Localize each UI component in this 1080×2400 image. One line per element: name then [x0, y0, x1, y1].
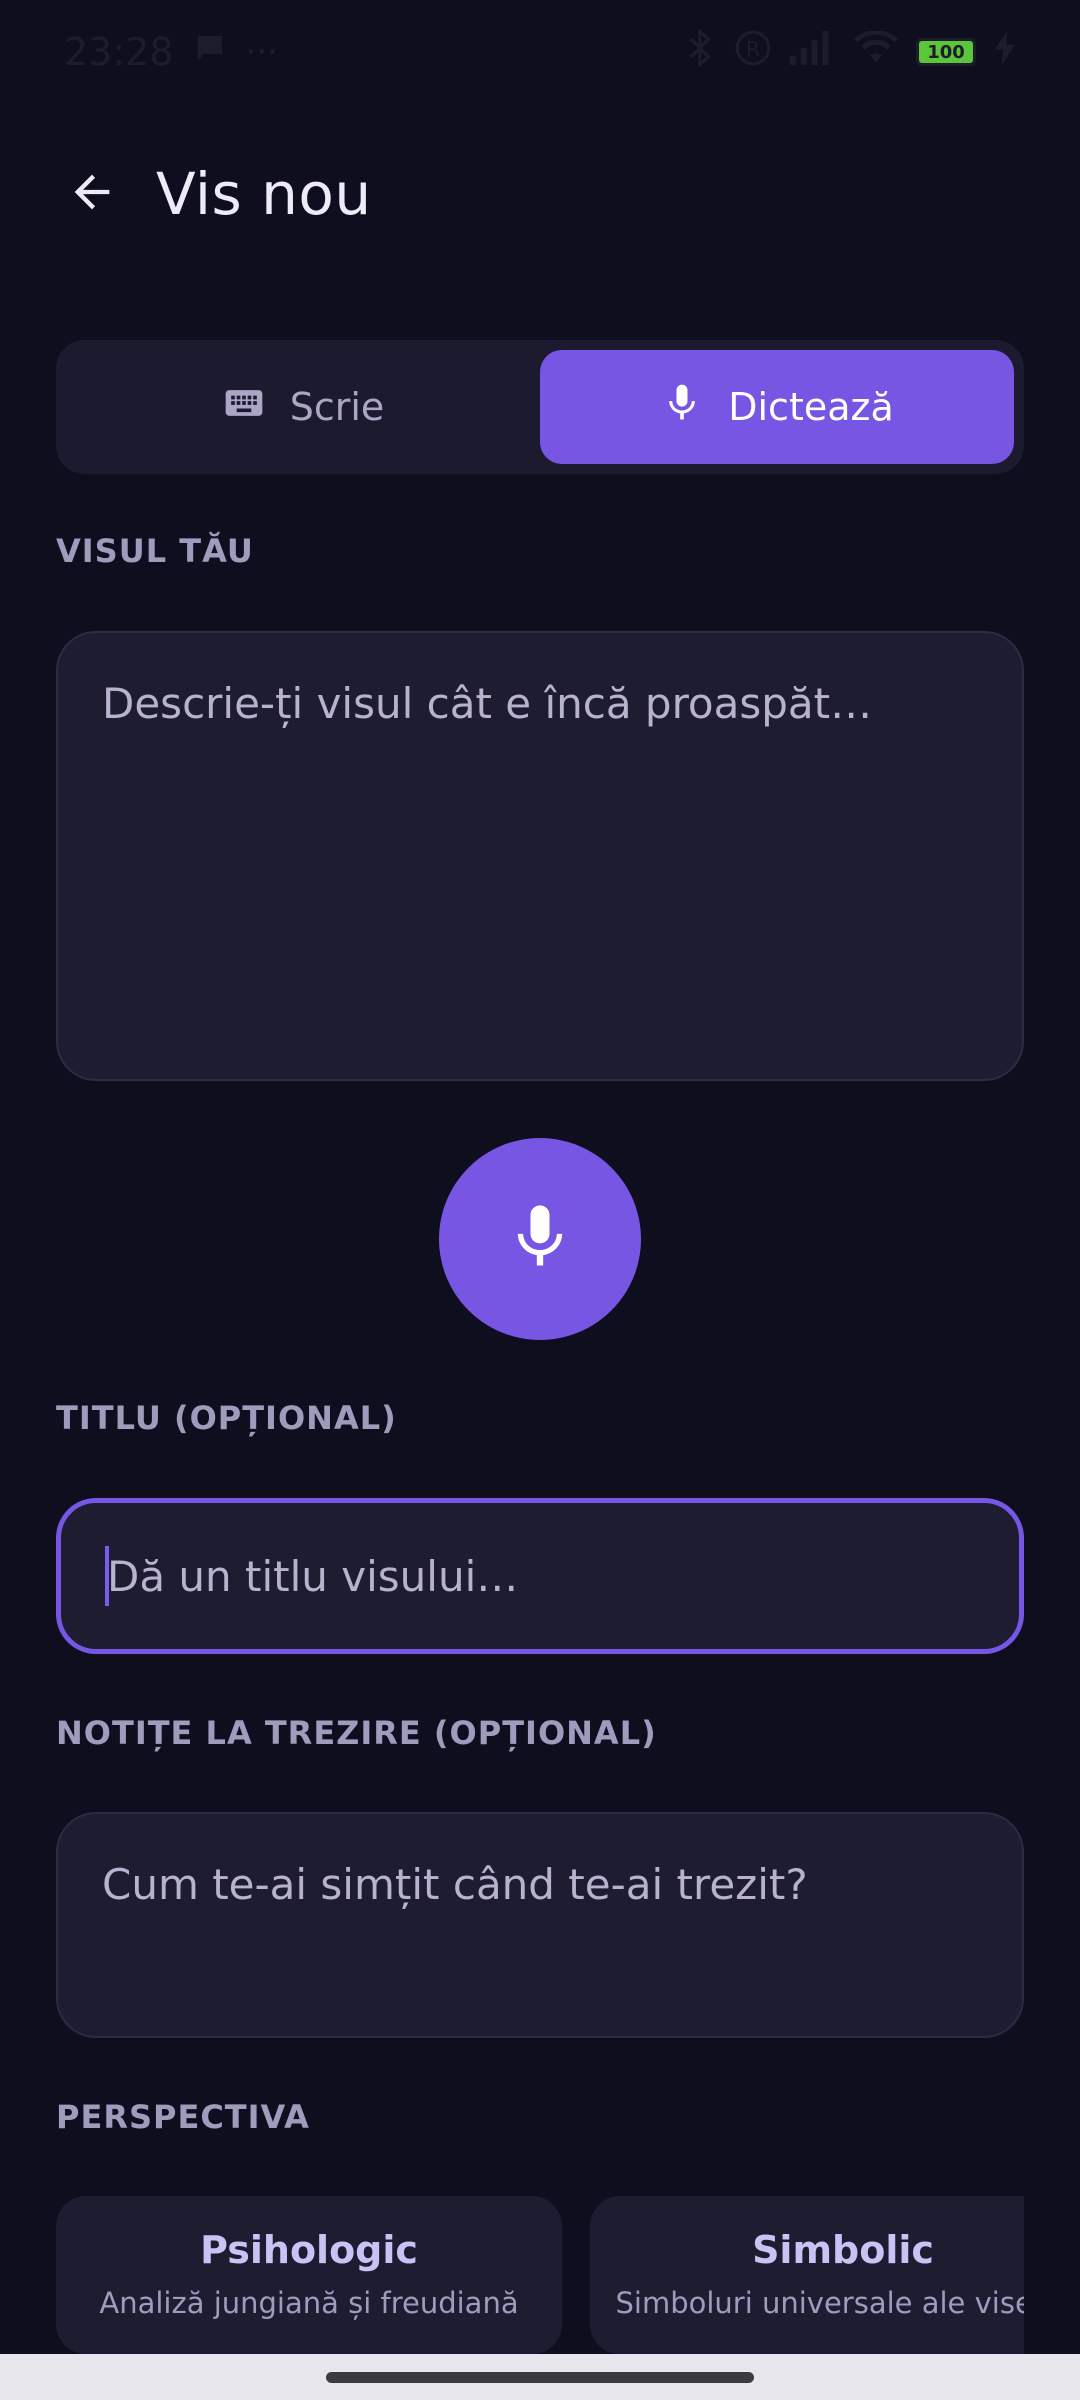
notes-placeholder: Cum te-ai simțit când te-ai trezit?: [102, 1860, 808, 1909]
tab-dictate-label: Dictează: [728, 385, 894, 429]
system-nav-bar: [0, 2354, 1080, 2400]
page-title: Vis nou: [156, 160, 372, 228]
input-mode-toggle: Scrie Dictează: [56, 340, 1024, 474]
home-gesture-handle[interactable]: [326, 2372, 754, 2383]
card-subtitle: Analiză jungiană și freudiană: [99, 2286, 519, 2320]
more-notifications-icon: ···: [245, 32, 278, 72]
battery-icon: 100: [916, 38, 976, 66]
card-subtitle: Simboluri universale ale viselor: [615, 2286, 1024, 2320]
signal-icon: [790, 30, 836, 74]
registered-icon: R: [734, 29, 772, 76]
tab-write[interactable]: Scrie: [66, 350, 540, 464]
perspective-card-symbolic[interactable]: Simbolic Simboluri universale ale viselo…: [590, 2196, 1024, 2354]
notes-textarea[interactable]: Cum te-ai simțit când te-ai trezit?: [56, 1812, 1024, 2038]
title-input[interactable]: Dă un titlu visului…: [56, 1498, 1024, 1654]
card-title: Simbolic: [752, 2228, 934, 2272]
status-right: R 100: [686, 27, 1016, 77]
chat-notification-icon: [192, 30, 228, 75]
notes-section-label: NOTIȚE LA TREZIRE (OPȚIONAL): [56, 1714, 657, 1752]
dream-textarea[interactable]: Descrie-ți visul cât e încă proaspăt…: [56, 631, 1024, 1081]
dream-section-label: VISUL TĂU: [56, 532, 254, 570]
wifi-icon: [854, 29, 898, 74]
status-left: 23:28 ···: [64, 30, 278, 75]
status-time: 23:28: [64, 30, 174, 74]
back-button[interactable]: [32, 134, 152, 254]
charging-icon: [994, 30, 1016, 74]
keyboard-icon: [222, 381, 266, 434]
microphone-icon: [502, 1199, 578, 1279]
app-bar: Vis nou: [0, 134, 1080, 254]
perspective-card-psychological[interactable]: Psihologic Analiză jungiană și freudiană: [56, 2196, 562, 2354]
arrow-back-icon: [66, 166, 118, 222]
perspective-cards: Psihologic Analiză jungiană și freudiană…: [56, 2196, 1024, 2354]
svg-text:R: R: [746, 36, 760, 60]
tab-write-label: Scrie: [289, 385, 385, 429]
perspective-section-label: PERSPECTIVA: [56, 2098, 310, 2136]
title-placeholder: Dă un titlu visului…: [107, 1551, 519, 1601]
card-title: Psihologic: [200, 2228, 418, 2272]
microphone-icon: [660, 381, 704, 434]
status-bar: 23:28 ··· R 100: [0, 0, 1080, 104]
record-button[interactable]: [439, 1138, 641, 1340]
dream-placeholder: Descrie-ți visul cât e încă proaspăt…: [102, 679, 873, 728]
title-section-label: TITLU (OPȚIONAL): [56, 1399, 397, 1437]
bluetooth-icon: [686, 27, 716, 77]
tab-dictate[interactable]: Dictează: [540, 350, 1014, 464]
